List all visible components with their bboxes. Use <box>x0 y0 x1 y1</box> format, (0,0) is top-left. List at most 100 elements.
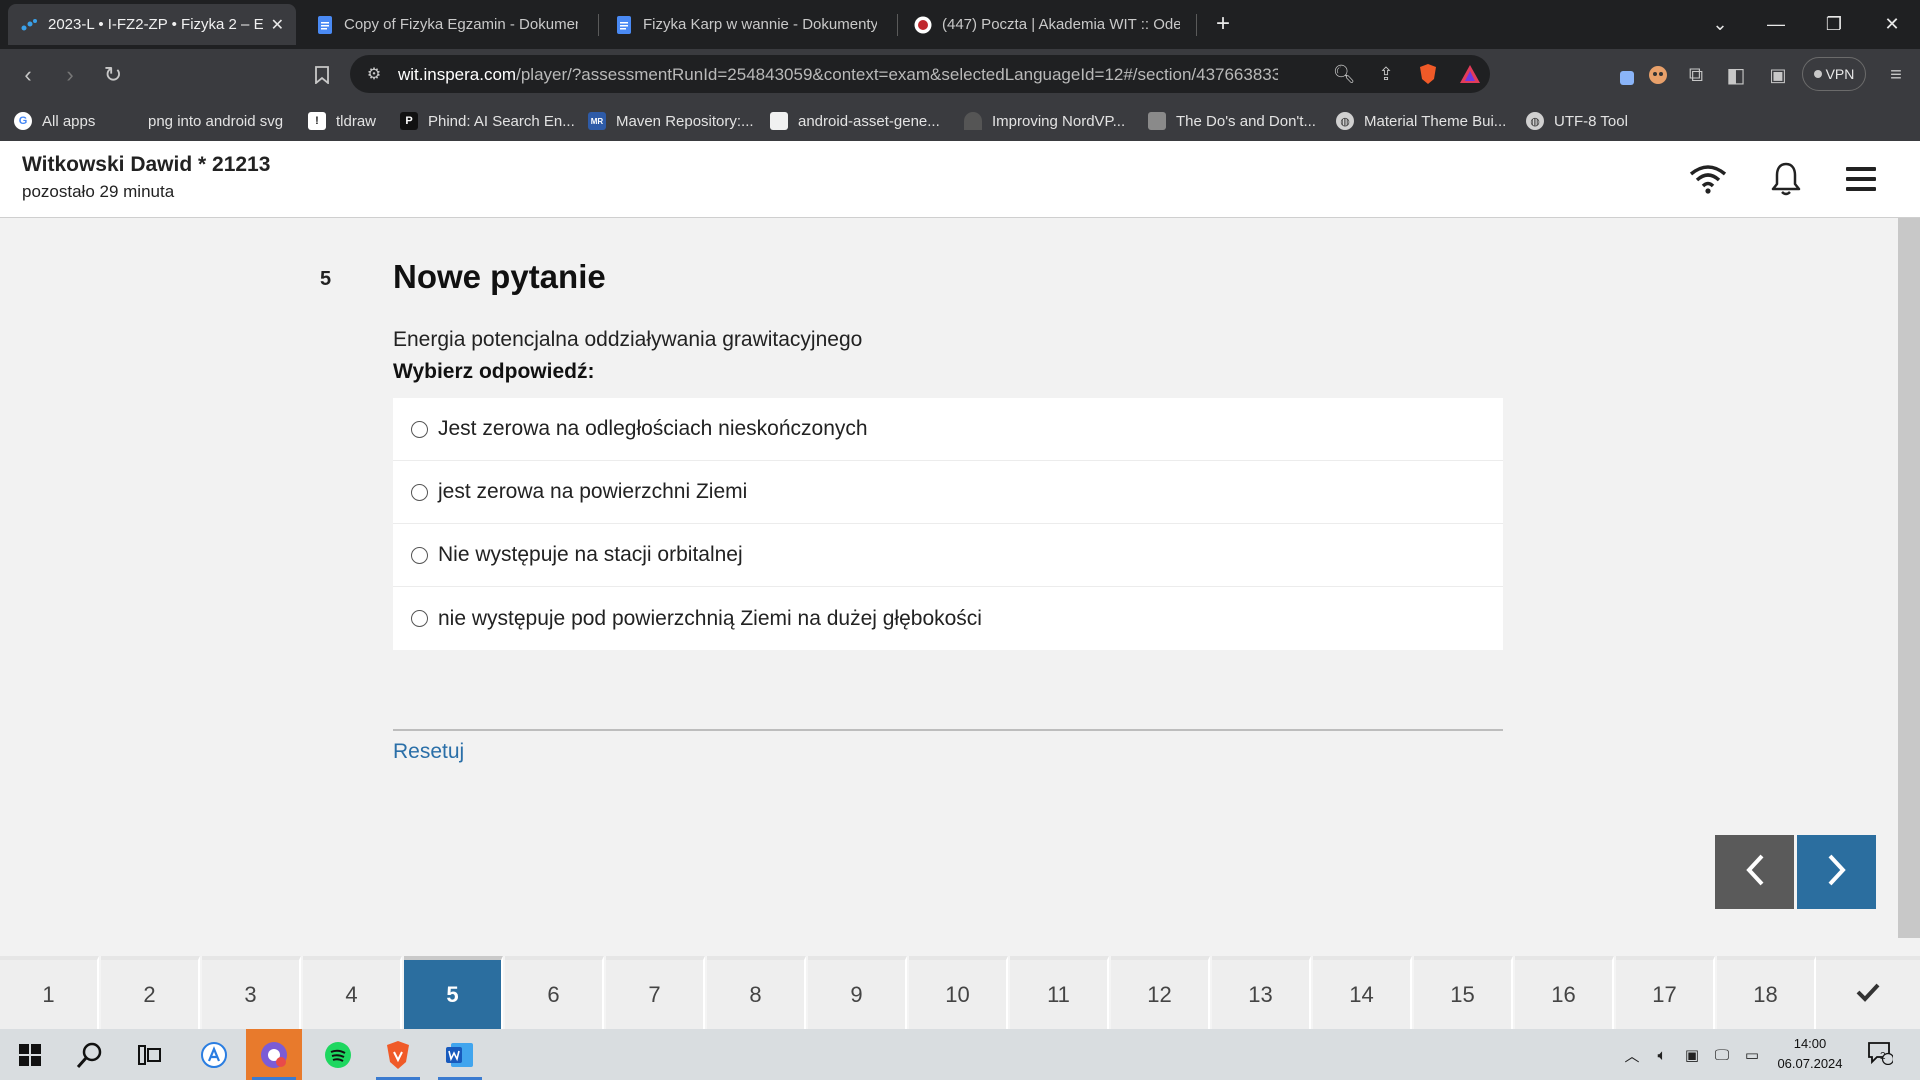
answer-option[interactable]: Nie występuje na stacji orbitalnej <box>393 524 1503 587</box>
network-icon[interactable]: 🖵︎ <box>1710 1043 1734 1067</box>
answer-option[interactable]: jest zerowa na powierzchni Ziemi <box>393 461 1503 524</box>
nav-question-13[interactable]: 13 <box>1212 956 1311 1029</box>
url-text[interactable]: wit.inspera.com/player/?assessmentRunId=… <box>398 65 1278 85</box>
scrollbar[interactable] <box>1898 218 1920 938</box>
radio-button[interactable] <box>411 483 428 501</box>
mail-favicon-icon <box>914 16 932 34</box>
nav-question-3[interactable]: 3 <box>202 956 301 1029</box>
bookmark-maven[interactable]: MR Maven Repository:... <box>588 109 754 133</box>
notifications-bell-icon[interactable] <box>1766 159 1806 199</box>
notification-count: 2 <box>1880 1051 1886 1062</box>
nav-question-12[interactable]: 12 <box>1111 956 1210 1029</box>
tab-search-chevron-icon[interactable]: ⌄ <box>1692 0 1748 49</box>
spotify-icon[interactable] <box>310 1029 366 1080</box>
nav-question-15[interactable]: 15 <box>1414 956 1513 1029</box>
question-navigator: 1 2 3 4 5 6 7 8 9 10 11 12 13 14 15 16 1… <box>0 956 1920 1029</box>
hamburger-menu-icon[interactable] <box>1841 159 1881 199</box>
submit-exam-button[interactable] <box>1816 956 1920 1029</box>
bookmark-android-asset[interactable]: android-asset-gene... <box>770 109 940 133</box>
volume-icon[interactable]: 🔈︎ <box>1650 1043 1674 1067</box>
reload-icon[interactable]: ↻ <box>97 59 129 91</box>
extensions-puzzle-icon[interactable]: ⧉ <box>1680 59 1712 91</box>
wallet-icon[interactable]: ▣ <box>1762 59 1794 91</box>
question-title: Nowe pytanie <box>393 258 606 295</box>
bookmark-utf8-tool[interactable]: ◍ UTF-8 Tool <box>1526 109 1628 133</box>
search-icon[interactable] <box>62 1029 118 1080</box>
brave-shields-icon[interactable] <box>1412 58 1444 90</box>
tab-separator <box>1196 14 1197 36</box>
reset-link[interactable]: Resetuj <box>393 740 464 764</box>
forward-arrow-icon[interactable]: › <box>54 59 86 91</box>
bookmark-label: UTF-8 Tool <box>1554 112 1628 130</box>
extension-badge-icon[interactable] <box>1610 59 1642 91</box>
next-question-button[interactable] <box>1797 835 1876 909</box>
nav-question-18[interactable]: 18 <box>1717 956 1816 1029</box>
nav-question-9[interactable]: 9 <box>808 956 907 1029</box>
radio-button[interactable] <box>411 420 428 438</box>
browser-tab-docs-copy[interactable]: Copy of Fizyka Egzamin - Dokument <box>304 4 590 45</box>
vpn-label: VPN <box>1825 66 1855 82</box>
wifi-icon[interactable] <box>1688 159 1728 199</box>
bookmark-icon[interactable] <box>306 59 338 91</box>
nav-question-5[interactable]: 5 <box>404 956 503 1029</box>
system-clock[interactable]: 14:00 06.07.2024 <box>1770 1034 1850 1074</box>
nav-question-16[interactable]: 16 <box>1515 956 1614 1029</box>
screen-recorder-icon[interactable] <box>246 1029 302 1080</box>
radio-button[interactable] <box>411 610 428 627</box>
answer-option[interactable]: nie występuje pod powierzchnią Ziemi na … <box>393 587 1503 650</box>
notification-center-icon[interactable]: 2 <box>1862 1041 1898 1065</box>
new-tab-plus-icon[interactable]: + <box>1208 9 1238 39</box>
nav-question-11[interactable]: 11 <box>1010 956 1109 1029</box>
app-store-icon[interactable] <box>186 1029 242 1080</box>
nav-question-7[interactable]: 7 <box>606 956 705 1029</box>
bookmark-phind[interactable]: P Phind: AI Search En... <box>400 109 575 133</box>
answer-option-label: jest zerowa na powierzchni Ziemi <box>438 480 748 503</box>
browser-tab-inspera[interactable]: 2023-L • I-FZ2-ZP • Fizyka 2 – Eg ✕ <box>8 4 296 45</box>
bookmark-all-apps[interactable]: G All apps <box>14 109 95 133</box>
site-settings-icon[interactable]: ⚙ <box>358 58 390 90</box>
nav-question-1[interactable]: 1 <box>0 956 99 1029</box>
bookmark-png-android-svg[interactable]: png into android svg <box>148 109 283 133</box>
brave-browser-icon[interactable] <box>370 1029 426 1080</box>
back-arrow-icon[interactable]: ‹ <box>12 59 44 91</box>
nav-question-14[interactable]: 14 <box>1313 956 1412 1029</box>
browser-tab-docs-karp[interactable]: Fizyka Karp w wannie - Dokumenty G <box>603 4 889 45</box>
browser-tab-mail[interactable]: (447) Poczta | Akademia WIT :: Odebr <box>902 4 1192 45</box>
extension-avatar-icon[interactable] <box>1642 59 1674 91</box>
vpn-button[interactable]: VPN <box>1802 57 1866 91</box>
browser-menu-icon[interactable]: ≡ <box>1880 59 1912 91</box>
battery-icon[interactable]: ▭ <box>1740 1043 1764 1067</box>
bookmarks-bar: G All apps png into android svg ! tldraw… <box>0 101 1920 141</box>
tray-chevron-up-icon[interactable]: ︿ <box>1620 1043 1644 1067</box>
nav-question-6[interactable]: 6 <box>505 956 604 1029</box>
restore-icon[interactable]: ❐ <box>1806 0 1862 49</box>
browser-toolbar: ‹ › ↻ ⚙ wit.inspera.com/player/?assessme… <box>0 49 1920 101</box>
bookmark-label: android-asset-gene... <box>798 112 940 130</box>
word-icon[interactable] <box>432 1029 488 1080</box>
nav-question-10[interactable]: 10 <box>909 956 1008 1029</box>
bookmark-tldraw[interactable]: ! tldraw <box>308 109 376 133</box>
nav-question-4[interactable]: 4 <box>303 956 402 1029</box>
zoom-icon[interactable]: 🔍︎ <box>1328 58 1360 90</box>
task-view-icon[interactable] <box>122 1029 178 1080</box>
minimize-icon[interactable]: — <box>1748 0 1804 49</box>
bookmark-dos-donts[interactable]: The Do's and Don't... <box>1148 109 1316 133</box>
previous-question-button[interactable] <box>1715 835 1794 909</box>
nav-question-17[interactable]: 17 <box>1616 956 1715 1029</box>
sidebar-toggle-icon[interactable]: ◧ <box>1720 59 1752 91</box>
nav-question-2[interactable]: 2 <box>101 956 200 1029</box>
radio-button[interactable] <box>411 546 428 564</box>
answer-option[interactable]: Jest zerowa na odległościach nieskończon… <box>393 398 1503 461</box>
google-docs-icon <box>316 15 334 34</box>
address-bar[interactable]: ⚙ wit.inspera.com/player/?assessmentRunI… <box>350 55 1490 93</box>
share-icon[interactable]: ⇪ <box>1370 58 1402 90</box>
bookmark-material-theme[interactable]: ◍ Material Theme Bui... <box>1336 109 1506 133</box>
brave-rewards-icon[interactable] <box>1454 58 1486 90</box>
windows-start-icon[interactable] <box>2 1029 58 1080</box>
divider <box>393 729 1503 731</box>
close-tab-icon[interactable]: ✕ <box>271 15 284 35</box>
close-window-icon[interactable]: ✕ <box>1864 0 1920 49</box>
nav-question-8[interactable]: 8 <box>707 956 806 1029</box>
bookmark-nordvpn[interactable]: Improving NordVP... <box>964 109 1125 133</box>
display-icon[interactable]: ▣ <box>1680 1043 1704 1067</box>
